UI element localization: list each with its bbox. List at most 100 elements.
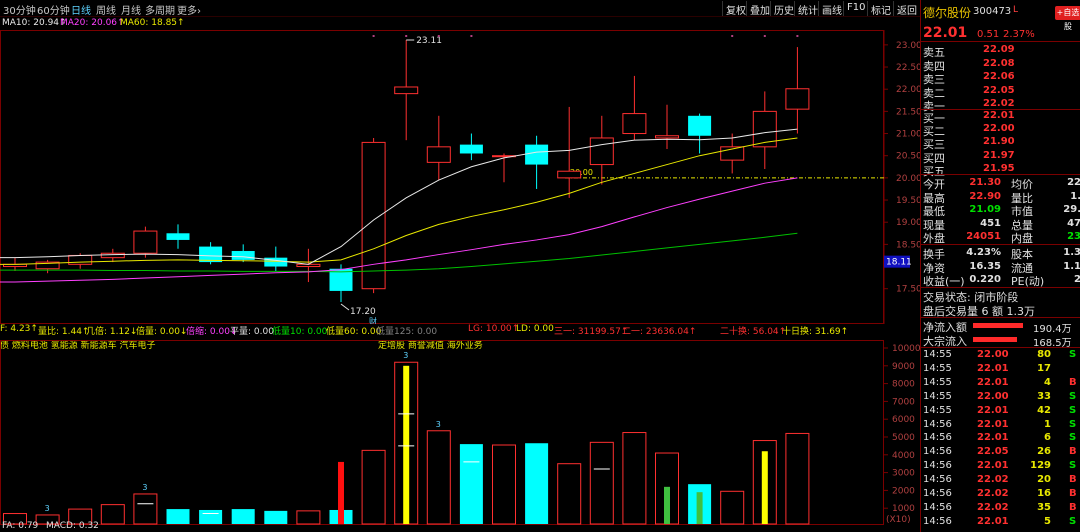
tab-monthly[interactable]: 月线 [121, 2, 141, 17]
stat-value: 4.23% [966, 247, 1001, 258]
volume-bar [720, 490, 745, 525]
tick-volume: 17 [1037, 362, 1051, 374]
bid-price: 21.97 [983, 149, 1015, 161]
macd-indicator: MACD: 0.32 [46, 521, 99, 531]
stock-header: 德尔股份 300473 L +自选股 [921, 0, 1080, 31]
adjust-button[interactable]: 复权 [722, 1, 749, 17]
candle [720, 133, 745, 174]
price-row: 22.01 0.51 2.37% [921, 24, 1080, 42]
tick-row: 14:55 22.01 4 B [921, 377, 1080, 390]
tab-30min[interactable]: 30分钟 [3, 2, 36, 17]
tick-direction: S [1069, 404, 1077, 416]
tab-daily[interactable]: 日线 [71, 2, 91, 17]
ma60-legend: MA60: 18.85↑ [120, 18, 185, 28]
y-tick-label: 18.50 [896, 240, 920, 250]
candle [361, 137, 386, 294]
add-watchlist-button[interactable]: +自选股 [1055, 6, 1080, 31]
ind-low10: 低量10: 0.00 [272, 327, 328, 337]
vol-y-tick-label: 3000 [892, 469, 915, 479]
tab-more[interactable]: 更多› [177, 2, 201, 17]
candle-body [459, 144, 483, 154]
ask-price: 22.02 [983, 98, 1015, 110]
volume-bar [622, 432, 647, 525]
stat-value: 21.30 [969, 177, 1001, 188]
tick-time: 14:56 [923, 446, 952, 458]
volume-chart[interactable]: 10000 9000 8000 7000 6000 5000 4000 3000 2000 100… [0, 340, 920, 525]
candlestick-chart[interactable]: 23.00 22.50 22.00 21.50 21.00 20.50 20.00 19.50… [0, 30, 920, 324]
candle-body [68, 254, 93, 265]
volume-label: 3 [142, 483, 147, 492]
stat-row: 净资 16.35 流通 1.1 [921, 260, 1080, 275]
divider [921, 347, 1080, 348]
ind-volume-ratio: 量比: 1.44↑ [38, 327, 90, 337]
tick-price: 22.00 [977, 390, 1009, 402]
tick-row: 14:56 22.01 5 S [921, 516, 1080, 529]
tick-time: 14:55 [923, 404, 952, 416]
tick-volume: 33 [1037, 390, 1051, 402]
bid-price: 22.00 [983, 123, 1015, 135]
bid-row[interactable]: 买四 21.97 [921, 149, 1080, 165]
f10-button[interactable]: F10 [843, 1, 868, 16]
tick-row: 14:55 22.00 80 S [921, 349, 1080, 362]
candle [752, 91, 777, 169]
tab-60min[interactable]: 60分钟 [37, 2, 70, 17]
signal-dot [796, 35, 799, 37]
vol-y-tick-label: 6000 [892, 415, 915, 425]
last-price: 22.01 [923, 25, 968, 41]
bid-row[interactable]: 买一 22.01 [921, 110, 1080, 125]
ind-flat-volume: 平量: 0.00 [230, 327, 274, 337]
tab-weekly[interactable]: 周线 [96, 2, 116, 17]
tick-price: 22.05 [977, 446, 1009, 458]
candle [589, 115, 614, 185]
price-change-pct: 2.37% [1003, 29, 1035, 40]
volume-bar-body [589, 441, 614, 525]
vol-y-tick-label: 8000 [892, 380, 915, 390]
y-tick-label: 17.50 [896, 285, 920, 295]
ask-row[interactable]: 卖四 22.08 [921, 58, 1080, 73]
candle-body [589, 137, 614, 166]
tick-price: 22.01 [977, 418, 1009, 430]
stat-row: 外盘 24051 内盘 23 [921, 230, 1080, 245]
tick-time: 14:56 [923, 515, 952, 527]
tick-price: 22.02 [977, 474, 1009, 486]
signal-dot [405, 35, 408, 37]
volume-bar [492, 444, 516, 525]
candle-body [525, 144, 549, 165]
tick-price: 22.02 [977, 501, 1009, 513]
bid-price: 21.95 [983, 162, 1015, 174]
tick-row: 14:56 22.02 35 B [921, 502, 1080, 515]
signal-dot [470, 35, 473, 37]
indicator-row: F: 4.23↑ 量比: 1.44↑ 几倍: 1.12↓ 倍量: 0.00↓ 倍… [0, 324, 884, 337]
tab-multi-period[interactable]: 多周期 [145, 2, 175, 17]
tick-direction: B [1069, 376, 1077, 388]
candle-body [231, 251, 255, 260]
signal-dot [372, 35, 375, 37]
candle [199, 242, 223, 265]
history-button[interactable]: 历史 [770, 1, 797, 17]
overlay-button[interactable]: 叠加 [746, 1, 773, 17]
ask-row[interactable]: 卖五 22.09 [921, 44, 1080, 59]
candle [231, 244, 255, 263]
vol-y-tick-label: 1000 [892, 504, 915, 514]
candle [688, 113, 712, 154]
tick-volume: 42 [1037, 404, 1051, 416]
volume-bar [459, 444, 483, 524]
ask-row[interactable]: 卖三 22.06 [921, 71, 1080, 86]
stat-value: 1.1 [1063, 260, 1080, 272]
ask-row[interactable]: 卖二 22.05 [921, 85, 1080, 100]
stat-value: 29. [1063, 204, 1080, 215]
bid-row[interactable]: 买二 22.00 [921, 123, 1080, 138]
tick-price: 22.01 [977, 432, 1009, 444]
bid-row[interactable]: 买三 21.90 [921, 136, 1080, 151]
vol-y-tick-label: 2000 [892, 486, 915, 496]
candle-body [394, 86, 419, 95]
volume-bar-body [622, 432, 647, 525]
back-button[interactable]: 返回 [893, 1, 920, 17]
draw-line-button[interactable]: 画线 [818, 1, 845, 17]
mark-button[interactable]: 标记 [867, 1, 894, 17]
volume-label: 3 [403, 351, 408, 360]
stat-row: 收益(一)0.220PE(动)2 [921, 273, 1080, 288]
candle-body [166, 233, 190, 240]
y-tick-label: 22.00 [896, 85, 920, 95]
statistics-button[interactable]: 统计 [794, 1, 821, 17]
